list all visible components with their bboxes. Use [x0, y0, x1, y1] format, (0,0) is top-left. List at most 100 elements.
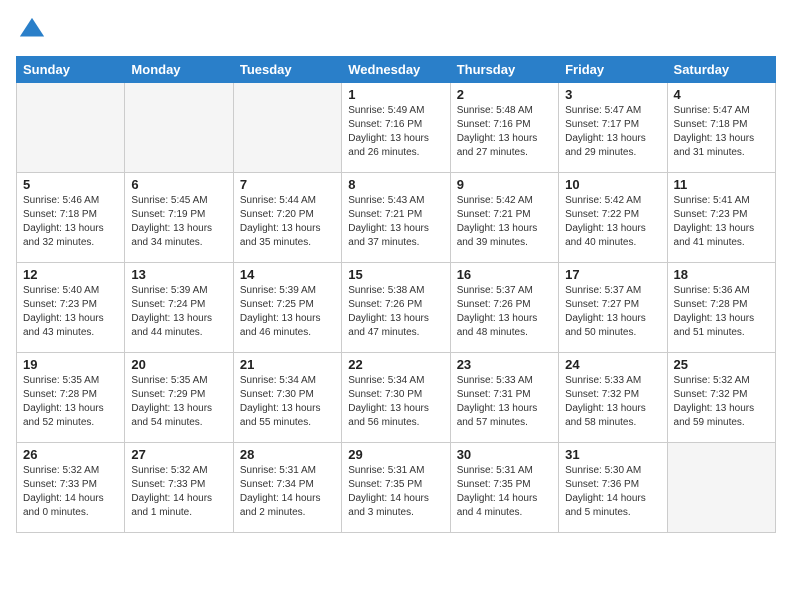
calendar-cell: 5 Sunrise: 5:46 AM Sunset: 7:18 PM Daylig… — [17, 173, 125, 263]
day-info: Sunrise: 5:47 AM Sunset: 7:17 PM Dayligh… — [565, 104, 660, 160]
day-number: 18 — [674, 267, 769, 282]
week-row-3: 19 Sunrise: 5:35 AM Sunset: 7:28 PM Dayli… — [17, 353, 776, 443]
week-row-4: 26 Sunrise: 5:32 AM Sunset: 7:33 PM Dayli… — [17, 443, 776, 533]
calendar-cell: 26 Sunrise: 5:32 AM Sunset: 7:33 PM Dayli… — [17, 443, 125, 533]
day-info: Sunrise: 5:32 AM Sunset: 7:32 PM Dayligh… — [674, 374, 769, 430]
calendar-cell: 27 Sunrise: 5:32 AM Sunset: 7:33 PM Dayli… — [125, 443, 233, 533]
calendar-cell: 2 Sunrise: 5:48 AM Sunset: 7:16 PM Daylig… — [450, 83, 558, 173]
header-thursday: Thursday — [450, 57, 558, 83]
day-info: Sunrise: 5:33 AM Sunset: 7:31 PM Dayligh… — [457, 374, 552, 430]
calendar-cell: 19 Sunrise: 5:35 AM Sunset: 7:28 PM Dayli… — [17, 353, 125, 443]
calendar-cell: 31 Sunrise: 5:30 AM Sunset: 7:36 PM Dayli… — [559, 443, 667, 533]
calendar-cell: 12Sunrise: 5:40 AM Sunset: 7:23 PM Dayli… — [17, 263, 125, 353]
day-number: 17 — [565, 267, 660, 282]
calendar-cell: 13 Sunrise: 5:39 AM Sunset: 7:24 PM Dayli… — [125, 263, 233, 353]
day-info: Sunrise: 5:37 AM Sunset: 7:26 PM Dayligh… — [457, 284, 552, 340]
day-info: Sunrise: 5:36 AM Sunset: 7:28 PM Dayligh… — [674, 284, 769, 340]
logo — [16, 16, 46, 44]
calendar-cell: 17 Sunrise: 5:37 AM Sunset: 7:27 PM Dayli… — [559, 263, 667, 353]
day-info: Sunrise: 5:35 AM Sunset: 7:29 PM Dayligh… — [131, 374, 226, 430]
day-number: 25 — [674, 357, 769, 372]
calendar-cell — [233, 83, 341, 173]
calendar-cell: 10 Sunrise: 5:42 AM Sunset: 7:22 PM Dayli… — [559, 173, 667, 263]
calendar-cell — [125, 83, 233, 173]
day-number: 29 — [348, 447, 443, 462]
day-number: 21 — [240, 357, 335, 372]
day-info: Sunrise: 5:32 AM Sunset: 7:33 PM Dayligh… — [23, 464, 118, 520]
calendar-cell: 25 Sunrise: 5:32 AM Sunset: 7:32 PM Dayli… — [667, 353, 775, 443]
calendar-cell: 15 Sunrise: 5:38 AM Sunset: 7:26 PM Dayli… — [342, 263, 450, 353]
day-info: Sunrise: 5:49 AM Sunset: 7:16 PM Dayligh… — [348, 104, 443, 160]
day-number: 1 — [348, 87, 443, 102]
day-number: 19 — [23, 357, 118, 372]
header-row: SundayMondayTuesdayWednesdayThursdayFrid… — [17, 57, 776, 83]
day-info: Sunrise: 5:32 AM Sunset: 7:33 PM Dayligh… — [131, 464, 226, 520]
day-number: 6 — [131, 177, 226, 192]
day-number: 20 — [131, 357, 226, 372]
calendar-cell: 7 Sunrise: 5:44 AM Sunset: 7:20 PM Daylig… — [233, 173, 341, 263]
calendar-cell: 8 Sunrise: 5:43 AM Sunset: 7:21 PM Daylig… — [342, 173, 450, 263]
calendar-cell: 18 Sunrise: 5:36 AM Sunset: 7:28 PM Dayli… — [667, 263, 775, 353]
day-number: 31 — [565, 447, 660, 462]
day-number: 14 — [240, 267, 335, 282]
calendar-cell: 11 Sunrise: 5:41 AM Sunset: 7:23 PM Dayli… — [667, 173, 775, 263]
calendar-cell: 14 Sunrise: 5:39 AM Sunset: 7:25 PM Dayli… — [233, 263, 341, 353]
day-info: Sunrise: 5:46 AM Sunset: 7:18 PM Dayligh… — [23, 194, 118, 250]
calendar-cell — [667, 443, 775, 533]
day-number: 13 — [131, 267, 226, 282]
week-row-0: 1 Sunrise: 5:49 AM Sunset: 7:16 PM Daylig… — [17, 83, 776, 173]
calendar-cell: 22Sunrise: 5:34 AM Sunset: 7:30 PM Dayli… — [342, 353, 450, 443]
calendar-cell: 29 Sunrise: 5:31 AM Sunset: 7:35 PM Dayli… — [342, 443, 450, 533]
calendar-cell: 23 Sunrise: 5:33 AM Sunset: 7:31 PM Dayli… — [450, 353, 558, 443]
header-sunday: Sunday — [17, 57, 125, 83]
day-info: Sunrise: 5:48 AM Sunset: 7:16 PM Dayligh… — [457, 104, 552, 160]
day-info: Sunrise: 5:33 AM Sunset: 7:32 PM Dayligh… — [565, 374, 660, 430]
day-number: 16 — [457, 267, 552, 282]
day-info: Sunrise: 5:31 AM Sunset: 7:35 PM Dayligh… — [348, 464, 443, 520]
day-info: Sunrise: 5:45 AM Sunset: 7:19 PM Dayligh… — [131, 194, 226, 250]
calendar-cell: 30Sunrise: 5:31 AM Sunset: 7:35 PM Dayli… — [450, 443, 558, 533]
calendar-cell: 20 Sunrise: 5:35 AM Sunset: 7:29 PM Dayli… — [125, 353, 233, 443]
day-info: Sunrise: 5:41 AM Sunset: 7:23 PM Dayligh… — [674, 194, 769, 250]
header-wednesday: Wednesday — [342, 57, 450, 83]
day-info: Sunrise: 5:42 AM Sunset: 7:21 PM Dayligh… — [457, 194, 552, 250]
day-info: Sunrise: 5:43 AM Sunset: 7:21 PM Dayligh… — [348, 194, 443, 250]
day-number: 23 — [457, 357, 552, 372]
day-number: 10 — [565, 177, 660, 192]
week-row-1: 5 Sunrise: 5:46 AM Sunset: 7:18 PM Daylig… — [17, 173, 776, 263]
day-info: Sunrise: 5:31 AM Sunset: 7:34 PM Dayligh… — [240, 464, 335, 520]
day-number: 11 — [674, 177, 769, 192]
calendar-cell — [17, 83, 125, 173]
day-number: 15 — [348, 267, 443, 282]
calendar-cell: 3 Sunrise: 5:47 AM Sunset: 7:17 PM Daylig… — [559, 83, 667, 173]
calendar-table: SundayMondayTuesdayWednesdayThursdayFrid… — [16, 56, 776, 533]
day-number: 27 — [131, 447, 226, 462]
day-number: 3 — [565, 87, 660, 102]
header-saturday: Saturday — [667, 57, 775, 83]
day-number: 30 — [457, 447, 552, 462]
header-tuesday: Tuesday — [233, 57, 341, 83]
calendar-cell: 4 Sunrise: 5:47 AM Sunset: 7:18 PM Daylig… — [667, 83, 775, 173]
day-number: 5 — [23, 177, 118, 192]
day-info: Sunrise: 5:35 AM Sunset: 7:28 PM Dayligh… — [23, 374, 118, 430]
day-info: Sunrise: 5:39 AM Sunset: 7:24 PM Dayligh… — [131, 284, 226, 340]
day-number: 8 — [348, 177, 443, 192]
day-number: 7 — [240, 177, 335, 192]
day-number: 9 — [457, 177, 552, 192]
day-info: Sunrise: 5:42 AM Sunset: 7:22 PM Dayligh… — [565, 194, 660, 250]
day-info: Sunrise: 5:47 AM Sunset: 7:18 PM Dayligh… — [674, 104, 769, 160]
day-number: 26 — [23, 447, 118, 462]
calendar-cell: 6 Sunrise: 5:45 AM Sunset: 7:19 PM Daylig… — [125, 173, 233, 263]
header-friday: Friday — [559, 57, 667, 83]
day-number: 2 — [457, 87, 552, 102]
day-info: Sunrise: 5:39 AM Sunset: 7:25 PM Dayligh… — [240, 284, 335, 340]
day-info: Sunrise: 5:37 AM Sunset: 7:27 PM Dayligh… — [565, 284, 660, 340]
calendar-cell: 1 Sunrise: 5:49 AM Sunset: 7:16 PM Daylig… — [342, 83, 450, 173]
day-info: Sunrise: 5:44 AM Sunset: 7:20 PM Dayligh… — [240, 194, 335, 250]
day-info: Sunrise: 5:38 AM Sunset: 7:26 PM Dayligh… — [348, 284, 443, 340]
day-number: 4 — [674, 87, 769, 102]
calendar-cell: 9 Sunrise: 5:42 AM Sunset: 7:21 PM Daylig… — [450, 173, 558, 263]
day-info: Sunrise: 5:40 AM Sunset: 7:23 PM Dayligh… — [23, 284, 118, 340]
day-number: 22 — [348, 357, 443, 372]
day-info: Sunrise: 5:30 AM Sunset: 7:36 PM Dayligh… — [565, 464, 660, 520]
